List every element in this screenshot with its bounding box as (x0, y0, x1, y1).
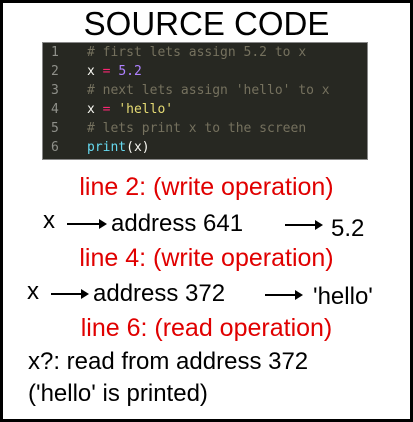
step-heading: line 4: (write operation) (79, 244, 334, 272)
code-line: 6 print(x) (43, 138, 367, 157)
value-label: 5.2 (331, 215, 365, 242)
step-heading: line 2: (write operation) (79, 173, 334, 201)
arrow-icon (265, 290, 303, 300)
arrow-icon (67, 219, 107, 229)
code-line: 1 # first lets assign 5.2 to x (43, 43, 367, 62)
comment: # first lets assign 5.2 to x (87, 45, 307, 60)
read-result: ('hello' is printed) (28, 380, 208, 407)
line-number: 1 (51, 45, 59, 60)
diagram: SOURCE CODE 1 # first lets assign 5.2 to … (0, 0, 413, 422)
address-label: address 641 (111, 210, 244, 237)
variable: x (87, 64, 95, 79)
value-label: 'hello' (313, 283, 373, 310)
variable-label: x (43, 207, 55, 234)
step-heading: line 6: (read operation) (80, 314, 333, 342)
function-name: print (87, 140, 127, 155)
code-block: 1 # first lets assign 5.2 to x 2 x = 5.2 3… (42, 42, 368, 160)
code-line: 4 x = 'hello' (43, 100, 367, 119)
line-number: 4 (51, 102, 59, 117)
variable-label: x (27, 278, 39, 305)
code-line: 5 # lets print x to the screen (43, 119, 367, 138)
variable: x (87, 102, 95, 117)
code-line: 3 # next lets assign 'hello' to x (43, 81, 367, 100)
arguments: (x) (126, 140, 150, 155)
arrow-icon (51, 289, 89, 299)
operator: = (102, 64, 111, 79)
operator: = (102, 102, 111, 117)
number-literal: 5.2 (118, 64, 142, 79)
arrow-icon (285, 220, 323, 230)
line-number: 2 (51, 64, 59, 79)
line-number: 6 (51, 140, 59, 155)
read-description: x?: read from address 372 (28, 348, 309, 375)
line-number: 5 (51, 121, 59, 136)
comment: # next lets assign 'hello' to x (87, 83, 330, 98)
code-line: 2 x = 5.2 (43, 62, 367, 81)
line-number: 3 (51, 83, 59, 98)
string-literal: 'hello' (118, 102, 174, 117)
address-label: address 372 (93, 280, 226, 307)
title: SOURCE CODE (83, 5, 330, 42)
comment: # lets print x to the screen (87, 121, 307, 136)
